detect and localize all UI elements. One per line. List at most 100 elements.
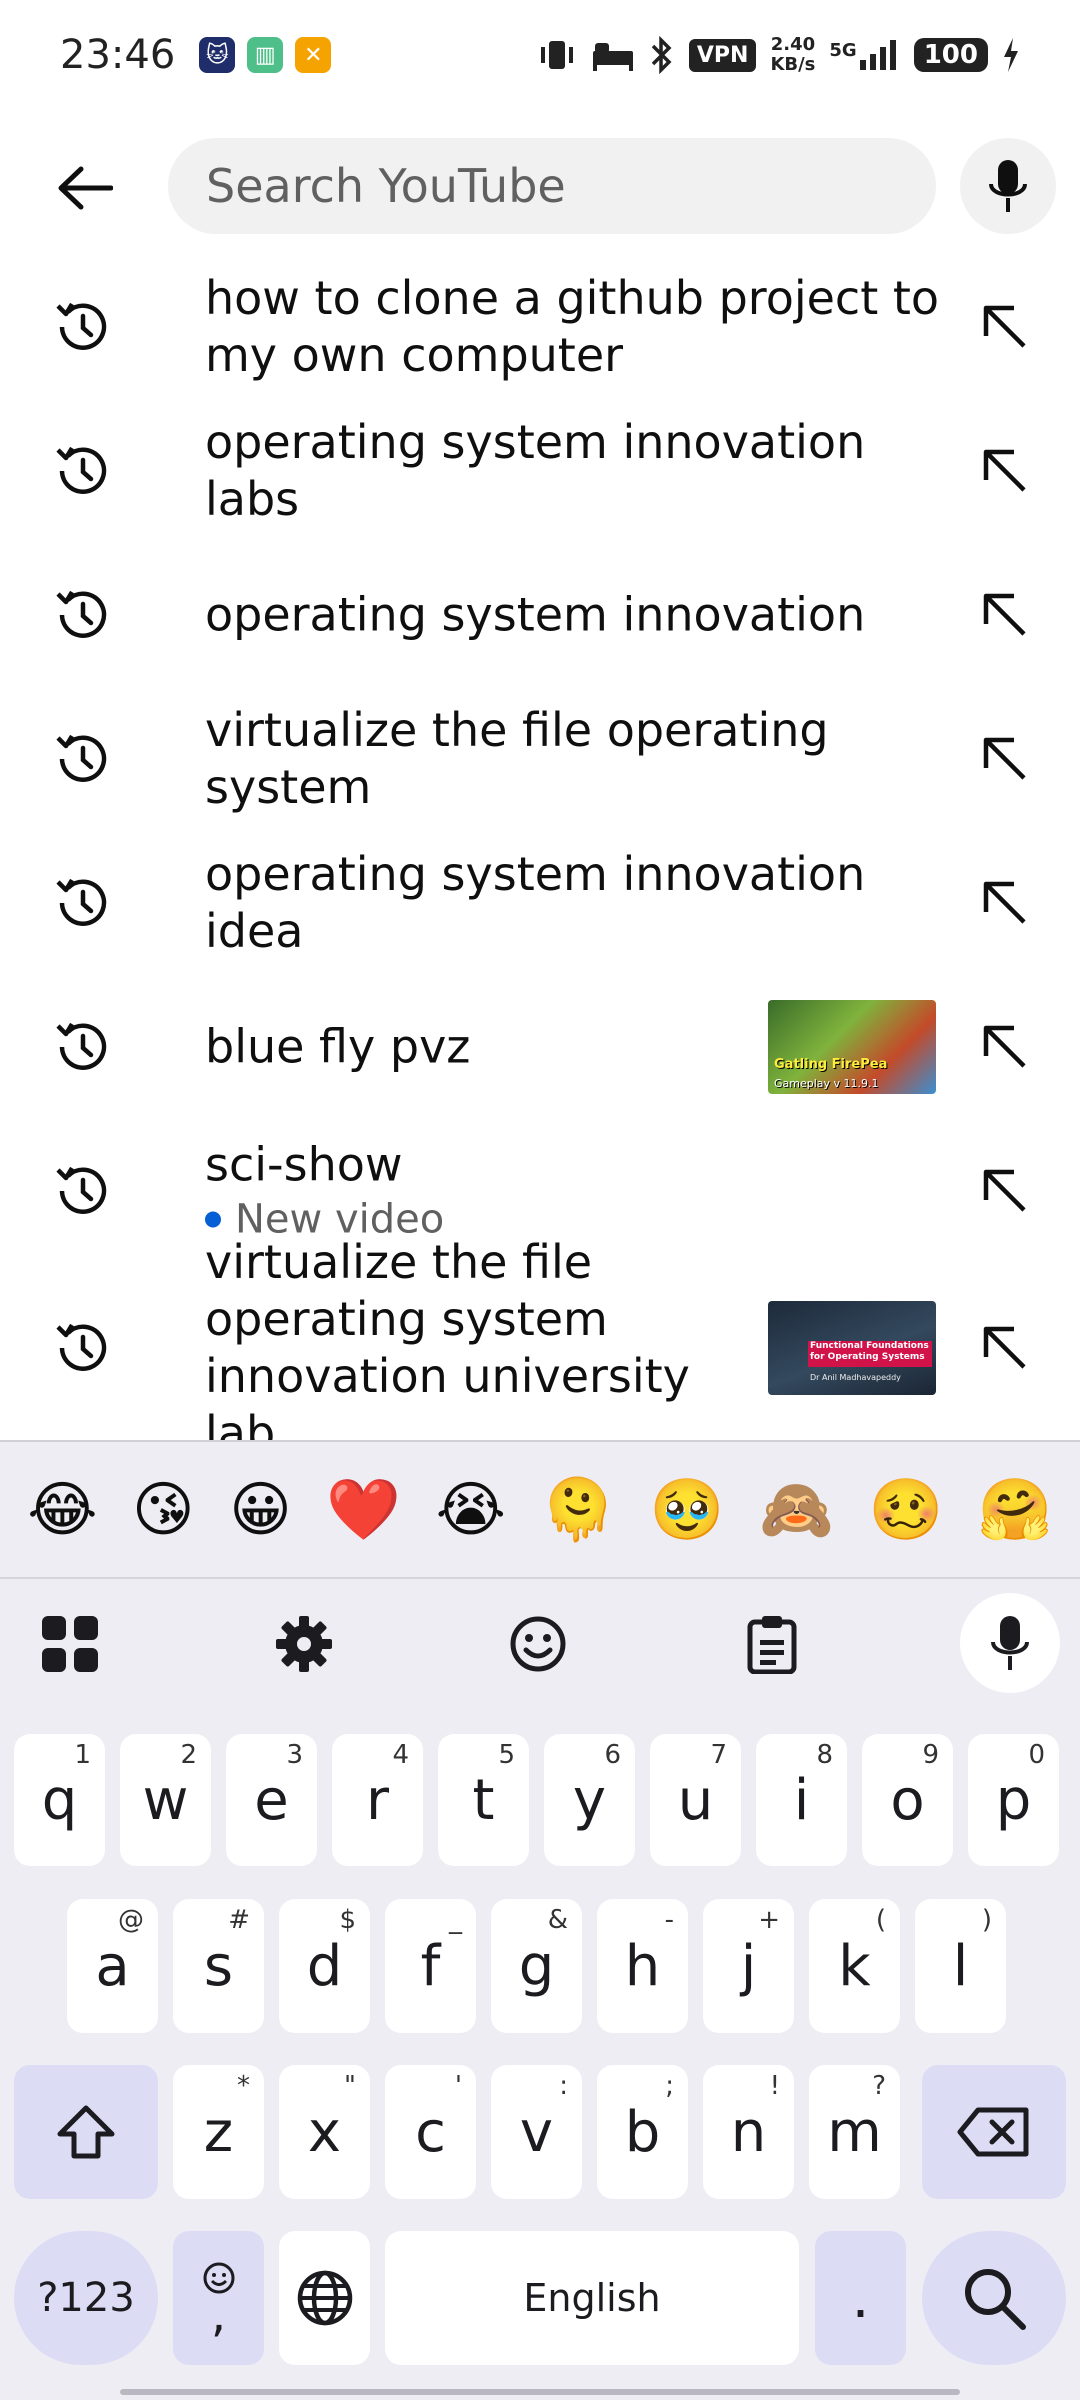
emoji-key[interactable]: 😀 [229, 1475, 292, 1545]
key-label: u [677, 1767, 714, 1833]
key-s[interactable]: s # [173, 1899, 264, 2033]
fill-query-arrow-icon[interactable] [972, 726, 1038, 792]
key-l[interactable]: l) [915, 1899, 1006, 2033]
keyboard-settings-button[interactable] [264, 1604, 344, 1684]
key-u[interactable]: u7 [650, 1734, 741, 1866]
emoji-key[interactable]: 🙈 [759, 1475, 834, 1545]
globe-icon [297, 2270, 352, 2326]
video-thumbnail: Functional Foundations for Operating Sys… [768, 1301, 936, 1395]
history-icon [56, 446, 107, 494]
keyboard: q1 w2 e3 r4 t5 y6 u7 i8 o9 p0 a @ s # d $ f… [0, 1579, 1080, 2400]
key-label: g [518, 1933, 555, 1999]
key-z[interactable]: z * [173, 2065, 264, 2199]
key-b[interactable]: b; [597, 2065, 688, 2199]
fill-query-arrow-icon[interactable] [972, 582, 1038, 648]
net-speed-value: 2.40 [770, 34, 816, 55]
suggestion-item[interactable]: how to clone a github project to my own … [0, 255, 1080, 399]
symbols-key[interactable]: ?123 [14, 2231, 158, 2365]
key-hint: 1 [74, 1740, 91, 1770]
key-g[interactable]: g & [491, 1899, 582, 2033]
key-k[interactable]: k( [809, 1899, 900, 2033]
emoji-key[interactable]: 😭 [436, 1475, 506, 1545]
backspace-key[interactable] [922, 2065, 1066, 2199]
apps-grid-button[interactable] [30, 1604, 110, 1684]
search-enter-key[interactable] [922, 2231, 1066, 2365]
key-hint: ; [665, 2071, 674, 2101]
voice-search-button[interactable] [960, 138, 1056, 234]
key-label: c [415, 2099, 446, 2165]
microphone-icon [991, 1616, 1029, 1670]
suggestion-item[interactable]: operating system innovation idea [0, 831, 1080, 975]
emoji-key[interactable]: 🥴 [869, 1475, 944, 1545]
key-y[interactable]: y6 [544, 1734, 635, 1866]
key-m[interactable]: m? [809, 2065, 900, 2199]
keyboard-voice-button[interactable] [960, 1593, 1060, 1693]
language-key[interactable] [279, 2231, 370, 2365]
key-e[interactable]: e3 [226, 1734, 317, 1866]
emoji-key[interactable]: 🫠 [541, 1475, 616, 1545]
suggestion-item[interactable]: virtualize the file operating system [0, 687, 1080, 831]
key-x[interactable]: x " [279, 2065, 370, 2199]
key-hint: 8 [816, 1740, 833, 1770]
comma-key[interactable]: , [173, 2231, 264, 2365]
space-key[interactable]: English [385, 2231, 799, 2365]
back-arrow-icon [58, 166, 113, 210]
suggestion-item[interactable]: blue fly pvz Gatling FirePea Gameplay v … [0, 975, 1080, 1119]
suggestion-item[interactable]: operating system innovation labs [0, 399, 1080, 543]
key-v[interactable]: v: [491, 2065, 582, 2199]
key-hint: ( [875, 1905, 886, 1935]
key-o[interactable]: o9 [862, 1734, 953, 1866]
key-f[interactable]: f _ [385, 1899, 476, 2033]
key-label: d [306, 1933, 343, 1999]
clipboard-button[interactable] [732, 1604, 812, 1684]
gear-icon [276, 1616, 332, 1672]
key-q[interactable]: q1 [14, 1734, 105, 1866]
key-a[interactable]: a @ [67, 1899, 158, 2033]
search-box[interactable] [168, 138, 936, 234]
fill-query-arrow-icon[interactable] [972, 1014, 1038, 1080]
key-t[interactable]: t5 [438, 1734, 529, 1866]
key-i[interactable]: i8 [756, 1734, 847, 1866]
history-icon [56, 1166, 107, 1214]
emoji-key[interactable]: 🤗 [978, 1475, 1053, 1545]
emoji-key[interactable]: 🥹 [650, 1475, 725, 1545]
search-input[interactable] [206, 159, 936, 213]
key-hint: 2 [180, 1740, 197, 1770]
key-r[interactable]: r4 [332, 1734, 423, 1866]
fill-query-arrow-icon[interactable] [972, 438, 1038, 504]
back-button[interactable] [50, 158, 120, 218]
key-n[interactable]: n! [703, 2065, 794, 2199]
key-w[interactable]: w2 [120, 1734, 211, 1866]
key-d[interactable]: d $ [279, 1899, 370, 2033]
key-hint: ? [872, 2071, 886, 2101]
thumbnail-title: Functional Foundations for Operating Sys… [810, 1341, 929, 1362]
backspace-icon [957, 2107, 1029, 2157]
key-c[interactable]: c ' [385, 2065, 476, 2199]
fill-query-arrow-icon[interactable] [972, 1158, 1038, 1224]
fill-query-arrow-icon[interactable] [972, 1315, 1038, 1381]
suggestion-item[interactable]: operating system innovation [0, 543, 1080, 687]
period-key[interactable]: . [815, 2231, 906, 2365]
clipboard-icon [747, 1616, 797, 1674]
key-p[interactable]: p0 [968, 1734, 1059, 1866]
suggestion-item[interactable]: virtualize the file operating system inn… [0, 1235, 1080, 1440]
fill-query-arrow-icon[interactable] [972, 294, 1038, 360]
key-j[interactable]: j + [703, 1899, 794, 2033]
status-indicators: VPN 2.40 KB/s 5G 100 [537, 35, 1020, 75]
fill-query-arrow-icon[interactable] [972, 870, 1038, 936]
key-label: s [203, 1933, 234, 1999]
key-label: q [41, 1767, 78, 1833]
suggestion-text: how to clone a github project to my own … [205, 271, 940, 382]
key-label: h [624, 1933, 661, 1999]
emoji-key[interactable]: 😂 [27, 1475, 97, 1545]
key-label: w [142, 1767, 189, 1833]
emoji-panel-button[interactable] [498, 1604, 578, 1684]
thumbnail-subtitle: Dr Anil Madhavapeddy [810, 1373, 901, 1382]
suggestion-text: blue fly pvz [205, 1019, 471, 1074]
history-icon [56, 1323, 107, 1371]
key-label: e [254, 1767, 289, 1833]
emoji-key[interactable]: ❤️ [326, 1475, 401, 1545]
shift-key[interactable] [14, 2065, 158, 2199]
emoji-key[interactable]: 😘 [132, 1475, 195, 1545]
key-h[interactable]: h- [597, 1899, 688, 2033]
